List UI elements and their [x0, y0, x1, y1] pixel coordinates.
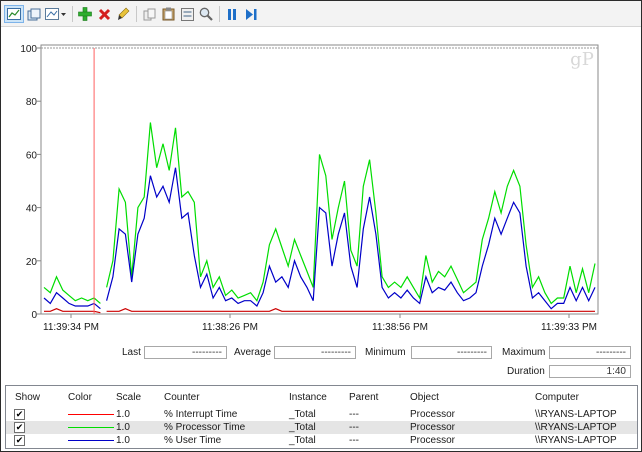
computer-cell: \\RYANS-LAPTOP: [535, 409, 617, 420]
copy-properties-button[interactable]: [25, 5, 43, 23]
show-checkbox[interactable]: ✔: [14, 409, 25, 420]
change-graph-type-icon: [45, 8, 66, 20]
highlight-button[interactable]: [114, 5, 132, 23]
y-tick-label: 80: [26, 97, 38, 108]
toolbar: [1, 1, 641, 27]
copy-properties-icon: [27, 8, 41, 20]
y-axis: 0 20 40 60 80 100: [20, 44, 41, 321]
add-counter-icon: [78, 7, 92, 21]
instance-cell: _Total: [289, 422, 316, 433]
view-graph-icon: [7, 8, 21, 20]
counter-cell: % Processor Time: [164, 422, 246, 433]
computer-cell: \\RYANS-LAPTOP: [535, 435, 617, 446]
header-computer[interactable]: Computer: [535, 392, 579, 403]
paste-icon: [162, 7, 174, 21]
show-checkbox[interactable]: ✔: [14, 422, 25, 433]
average-value: ---------: [274, 346, 356, 359]
color-swatch: [68, 427, 114, 428]
maximum-label: Maximum: [502, 347, 546, 358]
x-tick-label: 11:38:56 PM: [372, 322, 428, 333]
y-tick-label: 60: [26, 150, 38, 161]
object-cell: Processor: [410, 435, 456, 446]
highlight-icon: [117, 7, 129, 20]
toolbar-separator: [136, 6, 137, 22]
duration-label: Duration: [507, 366, 545, 377]
scale-cell: 1.0: [116, 422, 130, 433]
statistics-bar: Last --------- Average --------- Minimum…: [1, 341, 641, 383]
scale-cell: 1.0: [116, 435, 130, 446]
x-tick-label: 11:39:33 PM: [541, 322, 597, 333]
chart-area: 0 20 40 60 80 100 11:39:34 PM 11:38:26 PM 11:38…: [1, 28, 641, 341]
color-swatch: [68, 414, 114, 415]
header-counter[interactable]: Counter: [164, 392, 200, 403]
freeze-display-icon: [228, 8, 236, 20]
toolbar-separator: [219, 6, 220, 22]
copy-icon: [143, 8, 155, 20]
last-value: ---------: [144, 346, 227, 359]
minimum-label: Minimum: [365, 347, 406, 358]
performance-monitor-window: 0 20 40 60 80 100 11:39:34 PM 11:38:26 PM 11:38…: [1, 1, 641, 451]
add-counter-button[interactable]: [76, 5, 94, 23]
counter-legend: Show Color Scale Counter Instance Parent…: [5, 385, 638, 449]
minimum-value: ---------: [411, 346, 492, 359]
delete-counter-button[interactable]: [95, 5, 113, 23]
change-graph-type-button[interactable]: [44, 5, 68, 23]
delete-counter-icon: [98, 8, 110, 20]
x-axis: 11:39:34 PM 11:38:26 PM 11:38:56 PM 11:39:3…: [43, 314, 597, 333]
line-chart: 0 20 40 60 80 100 11:39:34 PM 11:38:26 PM 11:38…: [20, 44, 599, 333]
legend-row[interactable]: ✔ 1.0 % Processor Time _Total --- Proces…: [6, 421, 637, 434]
y-tick-label: 0: [31, 310, 37, 321]
legend-row[interactable]: ✔ 1.0 % Interrupt Time _Total --- Proces…: [6, 408, 637, 421]
view-graph-button[interactable]: [4, 5, 24, 23]
duration-value: 1:40: [549, 365, 631, 378]
plot-frame: [40, 44, 599, 315]
parent-cell: ---: [349, 435, 359, 446]
watermark-logo: gP: [570, 49, 594, 70]
color-swatch: [68, 440, 114, 441]
header-scale[interactable]: Scale: [116, 392, 141, 403]
header-object[interactable]: Object: [410, 392, 439, 403]
counter-cell: % User Time: [164, 435, 222, 446]
header-show[interactable]: Show: [15, 392, 40, 403]
last-label: Last: [122, 347, 141, 358]
instance-cell: _Total: [289, 435, 316, 446]
y-tick-label: 40: [26, 204, 38, 215]
properties-button[interactable]: [178, 5, 196, 23]
x-tick-label: 11:38:26 PM: [202, 322, 258, 333]
scale-cell: 1.0: [116, 409, 130, 420]
maximum-value: ---------: [549, 346, 631, 359]
parent-cell: ---: [349, 409, 359, 420]
object-cell: Processor: [410, 409, 456, 420]
computer-cell: \\RYANS-LAPTOP: [535, 422, 617, 433]
freeze-display-button[interactable]: [223, 5, 241, 23]
paste-button[interactable]: [159, 5, 177, 23]
zoom-icon: [199, 7, 213, 21]
update-data-icon: [246, 8, 257, 20]
copy-button[interactable]: [140, 5, 158, 23]
header-parent[interactable]: Parent: [349, 392, 378, 403]
header-color[interactable]: Color: [68, 392, 92, 403]
toolbar-separator: [72, 6, 73, 22]
header-instance[interactable]: Instance: [289, 392, 327, 403]
update-data-button[interactable]: [242, 5, 260, 23]
average-label: Average: [234, 347, 272, 358]
show-checkbox[interactable]: ✔: [14, 435, 25, 446]
legend-row[interactable]: ✔ 1.0 % User Time _Total --- Processor \…: [6, 434, 637, 447]
object-cell: Processor: [410, 422, 456, 433]
x-tick-label: 11:39:34 PM: [43, 322, 99, 333]
parent-cell: ---: [349, 422, 359, 433]
zoom-button[interactable]: [197, 5, 215, 23]
y-tick-label: 20: [26, 257, 38, 268]
counter-cell: % Interrupt Time: [164, 409, 238, 420]
properties-icon: [180, 7, 194, 21]
instance-cell: _Total: [289, 409, 316, 420]
y-tick-label: 100: [20, 44, 37, 55]
